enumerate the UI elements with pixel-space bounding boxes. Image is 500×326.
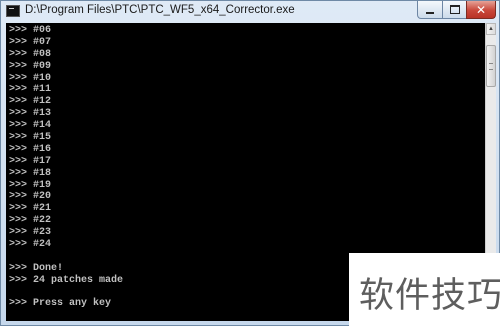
console-line: >>> #13: [9, 108, 52, 120]
console-line: >>> #16: [9, 143, 52, 155]
window-title: D:\Program Files\PTC\PTC_WF5_x64_Correct…: [25, 4, 295, 16]
console-line: >>> #12: [9, 96, 52, 108]
console-app-icon[interactable]: [6, 5, 20, 17]
console-line: >>> #23: [9, 227, 52, 239]
console-line: >>> #22: [9, 215, 52, 227]
console-line: >>> Done!: [9, 262, 64, 274]
console-line: >>> #21: [9, 203, 52, 215]
console-line: >>> #17: [9, 155, 52, 167]
close-button[interactable]: ✕: [466, 1, 496, 19]
minimize-button[interactable]: [417, 1, 443, 19]
console-line: >>> #18: [9, 167, 52, 179]
console-line: >>> #08: [9, 48, 52, 60]
console-line: >>> #11: [9, 84, 52, 96]
close-icon: ✕: [475, 2, 487, 17]
console-line: >>> #15: [9, 132, 52, 144]
console-line: >>> #19: [9, 179, 52, 191]
console-lines: >>> #06 >>> #07 >>> #08 >>> #09 >>> #10 >>> #…: [9, 25, 123, 310]
title-bar[interactable]: D:\Program Files\PTC\PTC_WF5_x64_Correct…: [1, 1, 499, 23]
maximize-button[interactable]: [442, 1, 467, 19]
scroll-up-icon[interactable]: ▲: [486, 23, 496, 35]
console-line: >>> Press any key: [9, 298, 112, 310]
console-line: >>> #10: [9, 72, 52, 84]
console-line: >>> #20: [9, 191, 52, 203]
console-line: >>> #09: [9, 60, 52, 72]
console-line: >>> #07: [9, 36, 52, 48]
console-line: >>> 24 patches made: [9, 274, 124, 286]
minimize-icon: [426, 11, 434, 14]
watermark: 软件技巧: [349, 253, 500, 326]
maximize-icon: [449, 5, 460, 14]
console-line: >>> #06: [9, 25, 52, 36]
watermark-text: 软件技巧: [359, 276, 500, 316]
console-line: >>> #24: [9, 239, 52, 251]
console-line: >>> #14: [9, 120, 52, 132]
scrollbar-thumb[interactable]: [486, 45, 496, 87]
